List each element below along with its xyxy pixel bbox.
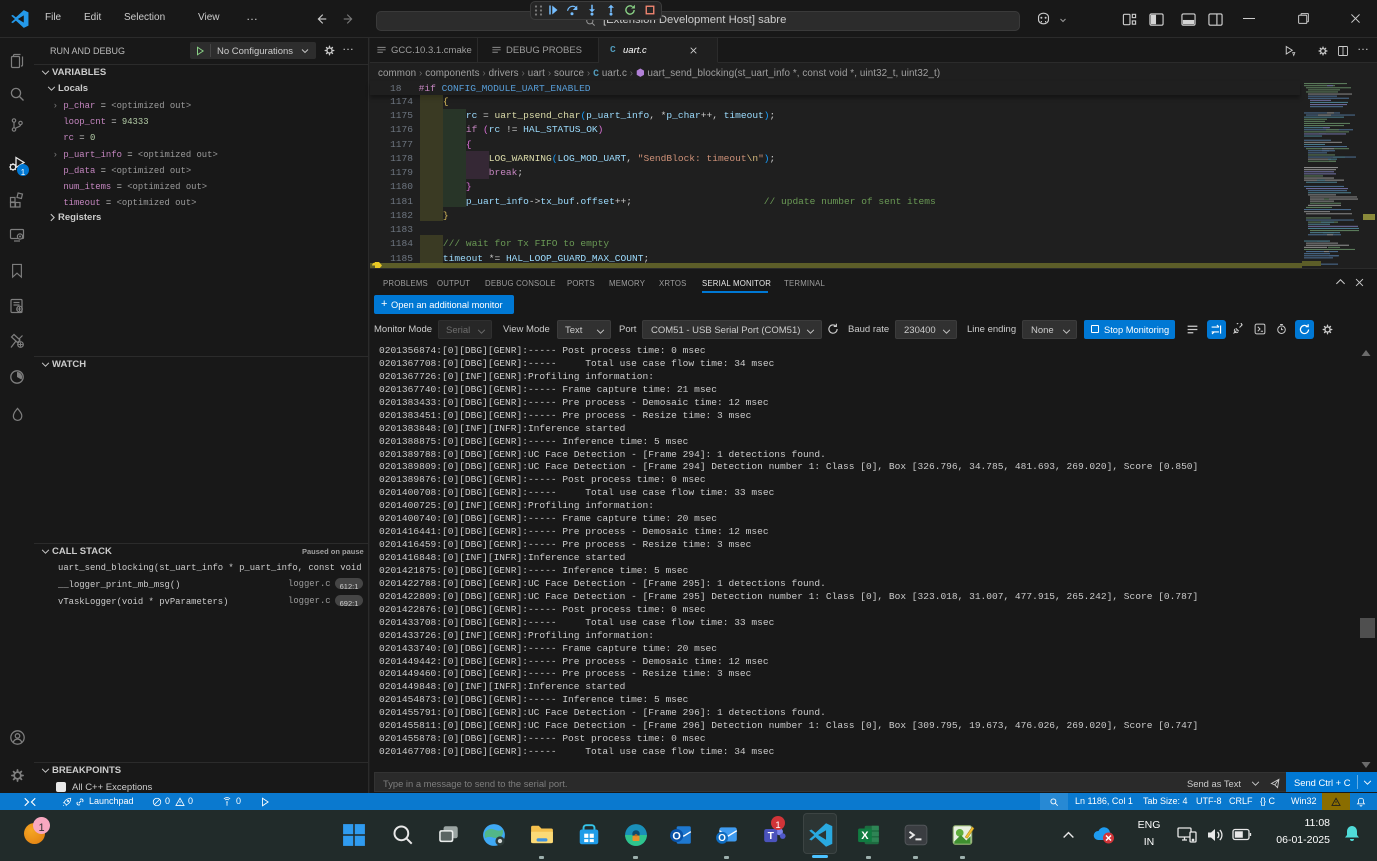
svg-text:X: X	[861, 830, 869, 842]
svg-text:T: T	[768, 831, 775, 842]
svg-text:O: O	[718, 833, 726, 844]
svg-text:O: O	[672, 830, 681, 842]
